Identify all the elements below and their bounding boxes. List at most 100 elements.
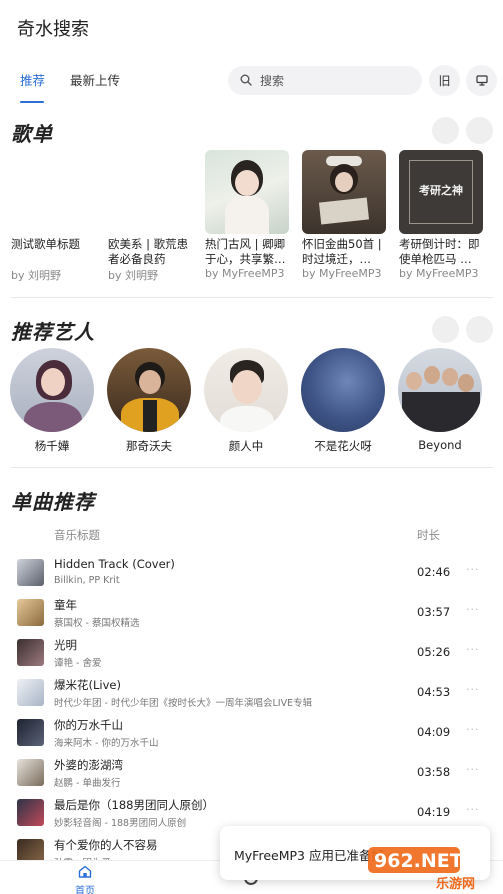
artist-avatar [301, 348, 385, 432]
toast-message: MyFreeMP3 应用已准备好 [234, 848, 384, 863]
nav-home[interactable]: 首页 [70, 863, 100, 894]
playlist-title: 测试歌单标题 [11, 237, 80, 251]
song-title: 外婆的澎湖湾 [54, 758, 123, 772]
artist-avatar [10, 348, 94, 432]
playlist-card[interactable]: 考研之神 考研倒计时：即使单枪匹马 … by MyFreeMP3 [399, 150, 485, 280]
tab-recommend[interactable]: 推荐 [20, 70, 45, 89]
artist-card[interactable]: 杨千嬅 [9, 348, 95, 454]
playlist-card[interactable]: 欧美系 | 歌荒患者必备良药 by 刘明野 [108, 150, 194, 282]
watermark-subtext: 乐游网 [436, 876, 475, 891]
search-placeholder: 搜索 [260, 74, 285, 88]
divider [11, 467, 493, 468]
song-row[interactable]: 爆米花(Live) 时代少年团 - 时代少年团《按时长大》一周年演唱会LIVE专… [0, 673, 503, 713]
song-row[interactable]: 光明 谭艳 - 舍爱 05:26 ··· [0, 633, 503, 673]
artist-card[interactable]: 不是花火呀 [300, 348, 386, 454]
playlists-section-title: 歌单 [11, 122, 53, 146]
song-duration: 03:57 [417, 605, 451, 619]
playlist-title: 考研倒计时：即使单枪匹马 … [399, 237, 480, 266]
artist-card[interactable]: 那奇沃夫 [106, 348, 192, 454]
song-row[interactable]: 你的万水千山 海来阿木 - 你的万水千山 04:09 ··· [0, 713, 503, 753]
app-title: 奇水搜索 [17, 19, 89, 40]
search-input[interactable]: 搜索 [228, 66, 422, 95]
artist-name: Beyond [418, 438, 462, 452]
song-artist-album: 谭艳 - 舍爱 [54, 658, 102, 669]
tab-latest-upload[interactable]: 最新上传 [70, 70, 120, 89]
song-title: 有个爱你的人不容易 [54, 838, 158, 852]
monitor-icon [475, 75, 488, 86]
song-artist-album: Billkin, PP Krit [54, 575, 120, 586]
song-duration: 02:46 [417, 565, 451, 579]
column-header-title: 音乐标题 [54, 528, 100, 542]
song-more-icon[interactable]: ··· [466, 763, 480, 776]
screen-button[interactable] [466, 65, 497, 96]
watermark-logo: 962.NET 乐游网 [366, 843, 498, 892]
cover-text: 考研之神 [419, 184, 463, 197]
song-title: 光明 [54, 638, 77, 652]
song-title: Hidden Track (Cover) [54, 557, 175, 571]
song-duration: 04:09 [417, 725, 451, 739]
song-artist-album: 赵鹏 - 单曲发行 [54, 778, 121, 789]
song-title: 最后是你（188男团同人原创） [54, 798, 214, 812]
artist-avatar [204, 348, 288, 432]
song-more-icon[interactable]: ··· [466, 643, 480, 656]
playlist-card[interactable]: 测试歌单标题 by 刘明野 [11, 150, 97, 282]
search-icon [240, 74, 252, 86]
home-icon [78, 865, 92, 878]
artist-name: 颜人中 [228, 439, 264, 453]
song-more-icon[interactable]: ··· [466, 683, 480, 696]
nav-home-label: 首页 [75, 886, 95, 894]
song-row[interactable]: 外婆的澎湖湾 赵鹏 - 单曲发行 03:58 ··· [0, 753, 503, 793]
songs-section-title: 单曲推荐 [11, 490, 95, 514]
song-thumbnail [17, 799, 44, 826]
song-duration: 04:19 [417, 805, 451, 819]
song-thumbnail [17, 599, 44, 626]
song-artist-album: 海来阿木 - 你的万水千山 [54, 738, 159, 749]
song-duration: 04:53 [417, 685, 451, 699]
artist-card[interactable]: Beyond [397, 348, 483, 452]
song-more-icon[interactable]: ··· [466, 603, 480, 616]
playlist-author: by MyFreeMP3 [399, 267, 479, 280]
song-more-icon[interactable]: ··· [466, 803, 480, 816]
playlist-title: 热门古风 | 卿卿于心，共享繁… [205, 237, 286, 266]
song-row[interactable]: Hidden Track (Cover) Billkin, PP Krit 02… [0, 553, 503, 593]
artists-prev-button[interactable] [432, 316, 459, 343]
playlist-title: 怀旧金曲50首 | 时过境迁，… [302, 237, 382, 266]
song-row[interactable]: 童年 蔡国权 - 蔡国权精选 03:57 ··· [0, 593, 503, 633]
song-artist-album: 时代少年团 - 时代少年团《按时长大》一周年演唱会LIVE专辑 [54, 698, 313, 709]
playlist-title: 欧美系 | 歌荒患者必备良药 [108, 237, 189, 266]
artist-name: 那奇沃夫 [126, 439, 172, 453]
artist-card[interactable]: 颜人中 [203, 348, 289, 454]
song-duration: 05:26 [417, 645, 451, 659]
divider [11, 297, 493, 298]
playlists-prev-button[interactable] [432, 117, 459, 144]
playlist-cover-image [302, 150, 386, 234]
playlists-next-button[interactable] [466, 117, 493, 144]
watermark-text: 962.NET [374, 850, 463, 872]
history-button[interactable]: 旧 [429, 65, 460, 96]
watermark-icon: 962.NET 乐游网 [368, 847, 475, 892]
song-artist-album: 蔡国权 - 蔡国权精选 [54, 618, 140, 629]
song-more-icon[interactable]: ··· [466, 563, 480, 576]
artists-section-title: 推荐艺人 [11, 320, 95, 344]
playlist-author: by 刘明野 [11, 269, 61, 282]
playlist-card[interactable]: 热门古风 | 卿卿于心，共享繁… by MyFreeMP3 [205, 150, 291, 280]
playlist-cover [108, 150, 192, 234]
artist-avatar [107, 348, 191, 432]
playlist-card[interactable]: 怀旧金曲50首 | 时过境迁，… by MyFreeMP3 [302, 150, 388, 280]
song-thumbnail [17, 639, 44, 666]
artist-name: 不是花火呀 [314, 439, 372, 453]
playlist-cover [11, 150, 95, 234]
artist-avatar [398, 348, 482, 432]
song-thumbnail [17, 759, 44, 786]
song-title: 你的万水千山 [54, 718, 123, 732]
playlist-author: by MyFreeMP3 [302, 267, 382, 280]
playlist-author: by 刘明野 [108, 269, 158, 282]
song-duration: 03:58 [417, 765, 451, 779]
artists-next-button[interactable] [466, 316, 493, 343]
playlist-cover-image: 考研之神 [399, 150, 483, 234]
song-thumbnail [17, 679, 44, 706]
column-header-duration: 时长 [417, 528, 440, 542]
song-more-icon[interactable]: ··· [466, 723, 480, 736]
song-title: 爆米花(Live) [54, 678, 121, 692]
song-thumbnail [17, 559, 44, 586]
